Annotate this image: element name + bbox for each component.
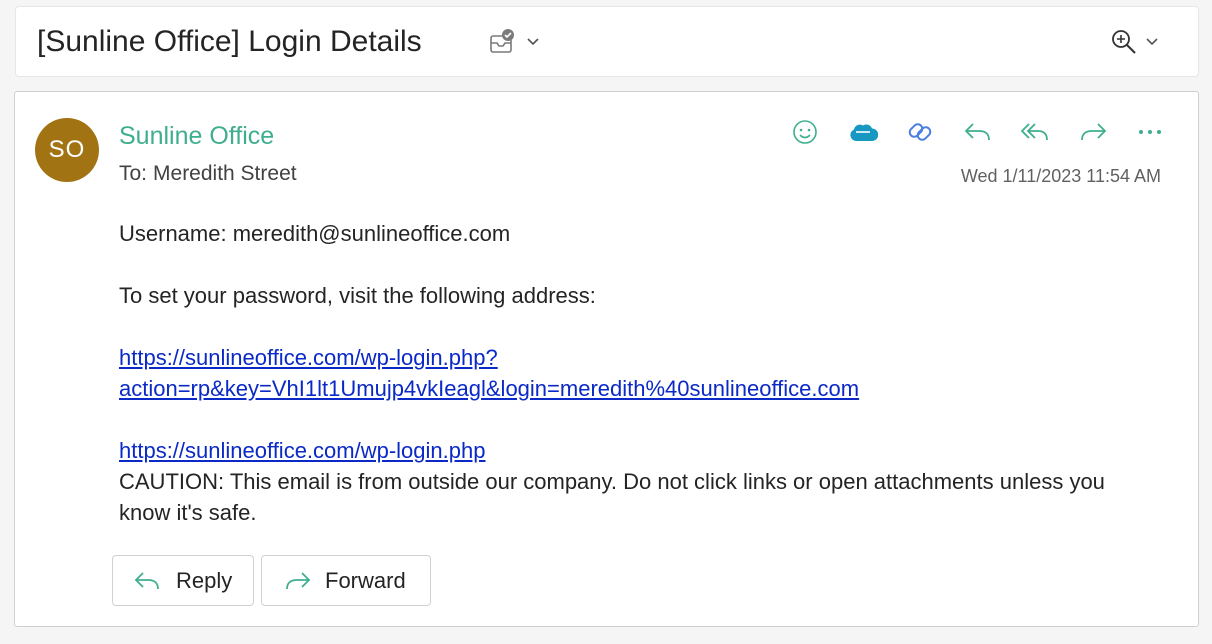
reply-all-icon[interactable] [1015,116,1055,148]
emoji-icon[interactable] [785,116,825,148]
reply-label: Reply [176,567,233,593]
salesforce-icon[interactable] [843,116,883,148]
message-actions [785,116,1170,148]
recipient-line: To: Meredith Street [119,162,297,186]
chevron-down-icon[interactable] [525,27,541,57]
forward-button[interactable]: Forward [261,555,431,606]
viva-insights-icon[interactable] [900,116,940,148]
caution-text: CAUTION: This email is from outside our … [119,469,1105,525]
subject-title: [Sunline Office] Login Details [37,25,422,58]
message-body: Username: meredith@sunlineoffice.com To … [119,218,1129,528]
envelope-check-icon[interactable] [487,27,517,57]
message-pane: SO Sunline Office To: Meredith Street Wed… [14,91,1199,627]
sender-name[interactable]: Sunline Office [119,122,274,151]
reset-link-line2[interactable]: action=rp&key=VhI1lt1Umujp4vkIeagl&login… [119,376,859,401]
forward-label: Forward [325,567,406,593]
username-line: Username: meredith@sunlineoffice.com [119,221,511,246]
forward-icon[interactable] [1073,116,1113,148]
to-label: To: [119,162,148,185]
reply-button[interactable]: Reply [112,555,254,606]
more-icon[interactable] [1130,116,1170,148]
instruction-text: To set your password, visit the followin… [119,283,596,308]
timestamp: Wed 1/11/2023 11:54 AM [960,166,1161,186]
reply-icon [134,570,162,592]
reset-link-line1[interactable]: https://sunlineoffice.com/wp-login.php? [119,345,498,370]
avatar[interactable]: SO [35,118,99,182]
login-link[interactable]: https://sunlineoffice.com/wp-login.php [119,438,485,463]
reset-link[interactable]: https://sunlineoffice.com/wp-login.php? … [119,342,1129,404]
zoom-in-icon[interactable] [1109,27,1139,57]
chevron-down-icon[interactable] [1144,27,1160,57]
subject-bar: [Sunline Office] Login Details [15,6,1199,77]
forward-icon [283,570,311,592]
recipient-name[interactable]: Meredith Street [153,162,297,185]
reply-icon[interactable] [958,116,998,148]
